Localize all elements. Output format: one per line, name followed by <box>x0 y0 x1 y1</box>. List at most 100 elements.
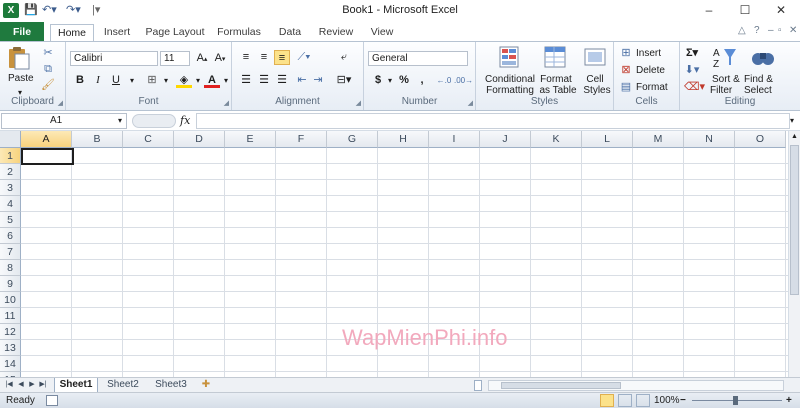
sheet-tab-sheet3[interactable]: Sheet3 <box>150 378 192 393</box>
zoom-slider-thumb[interactable] <box>733 396 738 405</box>
row-header-11[interactable]: 11 <box>0 308 21 324</box>
format-cells-button[interactable]: Format <box>636 81 668 94</box>
column-header-m[interactable]: M <box>633 131 684 148</box>
align-left-icon[interactable]: ☰ <box>238 73 254 88</box>
zoom-out-icon[interactable]: − <box>680 393 686 408</box>
tab-file[interactable]: File <box>0 22 44 42</box>
row-header-12[interactable]: 12 <box>0 324 21 340</box>
clear-icon[interactable]: ⌫▾ <box>684 80 705 95</box>
align-bottom-icon[interactable]: ≡ <box>274 50 290 65</box>
column-header-n[interactable]: N <box>684 131 735 148</box>
scroll-up-icon[interactable]: ▲ <box>789 131 800 143</box>
paste-icon[interactable] <box>6 46 32 70</box>
tab-split-handle[interactable] <box>474 380 482 391</box>
row-header-13[interactable]: 13 <box>0 340 21 356</box>
format-painter-icon[interactable]: 🖌 <box>40 78 56 93</box>
copy-icon[interactable]: ⧉ <box>40 62 56 77</box>
row-header-3[interactable]: 3 <box>0 180 21 196</box>
active-cell[interactable] <box>21 148 74 165</box>
vertical-scrollbar[interactable]: ▲ <box>788 131 800 377</box>
percent-button[interactable]: % <box>396 73 412 88</box>
insert-sheet-icon[interactable]: ✚ <box>198 378 214 393</box>
prev-sheet-icon[interactable]: ◀ <box>16 378 26 393</box>
increase-decimal-icon[interactable]: ←.0 <box>436 73 452 88</box>
page-layout-view-icon[interactable] <box>618 394 632 407</box>
column-header-d[interactable]: D <box>174 131 225 148</box>
first-sheet-icon[interactable]: |◀ <box>4 378 14 393</box>
row-header-5[interactable]: 5 <box>0 212 21 228</box>
macro-record-icon[interactable] <box>46 395 58 406</box>
formula-input[interactable] <box>196 113 790 129</box>
column-header-l[interactable]: L <box>582 131 633 148</box>
font-size-select[interactable]: 11 <box>160 51 190 66</box>
row-header-4[interactable]: 4 <box>0 196 21 212</box>
next-sheet-icon[interactable]: ▶ <box>27 378 37 393</box>
align-top-icon[interactable]: ≡ <box>238 50 254 65</box>
paste-button[interactable]: Paste <box>8 72 34 85</box>
sheet-tab-sheet2[interactable]: Sheet2 <box>102 378 144 393</box>
fill-icon[interactable]: ⬇▾ <box>684 63 700 78</box>
align-right-icon[interactable]: ☰ <box>274 73 290 88</box>
bold-button[interactable]: B <box>72 73 88 88</box>
column-header-c[interactable]: C <box>123 131 174 148</box>
grow-font-icon[interactable]: A▴ <box>194 51 210 66</box>
workbook-close-icon[interactable]: ✕ <box>789 25 797 36</box>
row-header-8[interactable]: 8 <box>0 260 21 276</box>
align-middle-icon[interactable]: ≡ <box>256 50 272 65</box>
tab-data[interactable]: Data <box>272 24 308 42</box>
font-name-select[interactable]: Calibri <box>70 51 158 66</box>
tab-view[interactable]: View <box>364 24 400 42</box>
clipboard-launcher-icon[interactable]: ◢ <box>58 99 63 107</box>
row-header-14[interactable]: 14 <box>0 356 21 372</box>
column-header-h[interactable]: H <box>378 131 429 148</box>
row-header-1[interactable]: 1 <box>0 148 21 164</box>
number-format-select[interactable]: General <box>368 51 468 66</box>
sort-filter-icon[interactable]: A Z <box>712 45 738 69</box>
horizontal-scroll-thumb[interactable] <box>501 382 621 389</box>
cut-icon[interactable]: ✂ <box>40 46 56 61</box>
font-launcher-icon[interactable]: ◢ <box>224 99 229 107</box>
insert-cells-button[interactable]: Insert <box>636 47 661 60</box>
workbook-restore-icon[interactable]: ▫ <box>778 25 782 36</box>
zoom-level[interactable]: 100% <box>654 393 680 408</box>
expand-formula-bar-icon[interactable]: ▾ <box>790 116 794 125</box>
column-header-o[interactable]: O <box>735 131 786 148</box>
tab-insert[interactable]: Insert <box>98 24 136 42</box>
merge-center-icon[interactable]: ⊟▾ <box>336 73 352 88</box>
align-center-icon[interactable]: ☰ <box>256 73 272 88</box>
select-all-button[interactable] <box>0 131 21 148</box>
underline-dropdown-icon[interactable]: ▾ <box>124 73 140 88</box>
italic-button[interactable]: I <box>90 73 106 88</box>
page-break-view-icon[interactable] <box>636 394 650 407</box>
find-select-icon[interactable] <box>750 45 776 69</box>
last-sheet-icon[interactable]: ▶| <box>38 378 48 393</box>
formula-bar-handle[interactable] <box>132 114 176 128</box>
alignment-launcher-icon[interactable]: ◢ <box>356 99 361 107</box>
tab-page-layout[interactable]: Page Layout <box>144 24 206 42</box>
tab-formulas[interactable]: Formulas <box>214 24 264 42</box>
row-header-10[interactable]: 10 <box>0 292 21 308</box>
decrease-indent-icon[interactable]: ⇤ <box>294 73 310 88</box>
column-header-j[interactable]: J <box>480 131 531 148</box>
minimize-ribbon-icon[interactable]: △ <box>738 25 746 36</box>
name-box[interactable]: A1 <box>1 113 127 129</box>
orientation-icon[interactable]: ⟋▾ <box>296 50 312 65</box>
sheet-tab-sheet1[interactable]: Sheet1 <box>54 378 98 393</box>
column-header-f[interactable]: F <box>276 131 327 148</box>
decrease-decimal-icon[interactable]: .00→ <box>454 73 473 88</box>
column-header-g[interactable]: G <box>327 131 378 148</box>
minimize-button[interactable]: – <box>694 0 724 21</box>
zoom-in-icon[interactable]: + <box>786 393 792 408</box>
underline-button[interactable]: U <box>108 73 124 88</box>
vertical-scroll-thumb[interactable] <box>790 145 799 295</box>
row-header-2[interactable]: 2 <box>0 164 21 180</box>
help-icon[interactable]: ? <box>754 25 760 36</box>
workbook-minimize-icon[interactable]: – <box>768 25 774 36</box>
maximize-button[interactable]: ☐ <box>730 0 760 21</box>
column-header-k[interactable]: K <box>531 131 582 148</box>
horizontal-scrollbar[interactable] <box>488 380 784 391</box>
number-launcher-icon[interactable]: ◢ <box>468 99 473 107</box>
row-header-7[interactable]: 7 <box>0 244 21 260</box>
worksheet-grid[interactable]: WapMienPhi.info ABCDEFGHIJKLMNO123456789… <box>0 131 788 377</box>
format-as-table-icon[interactable] <box>542 45 568 69</box>
